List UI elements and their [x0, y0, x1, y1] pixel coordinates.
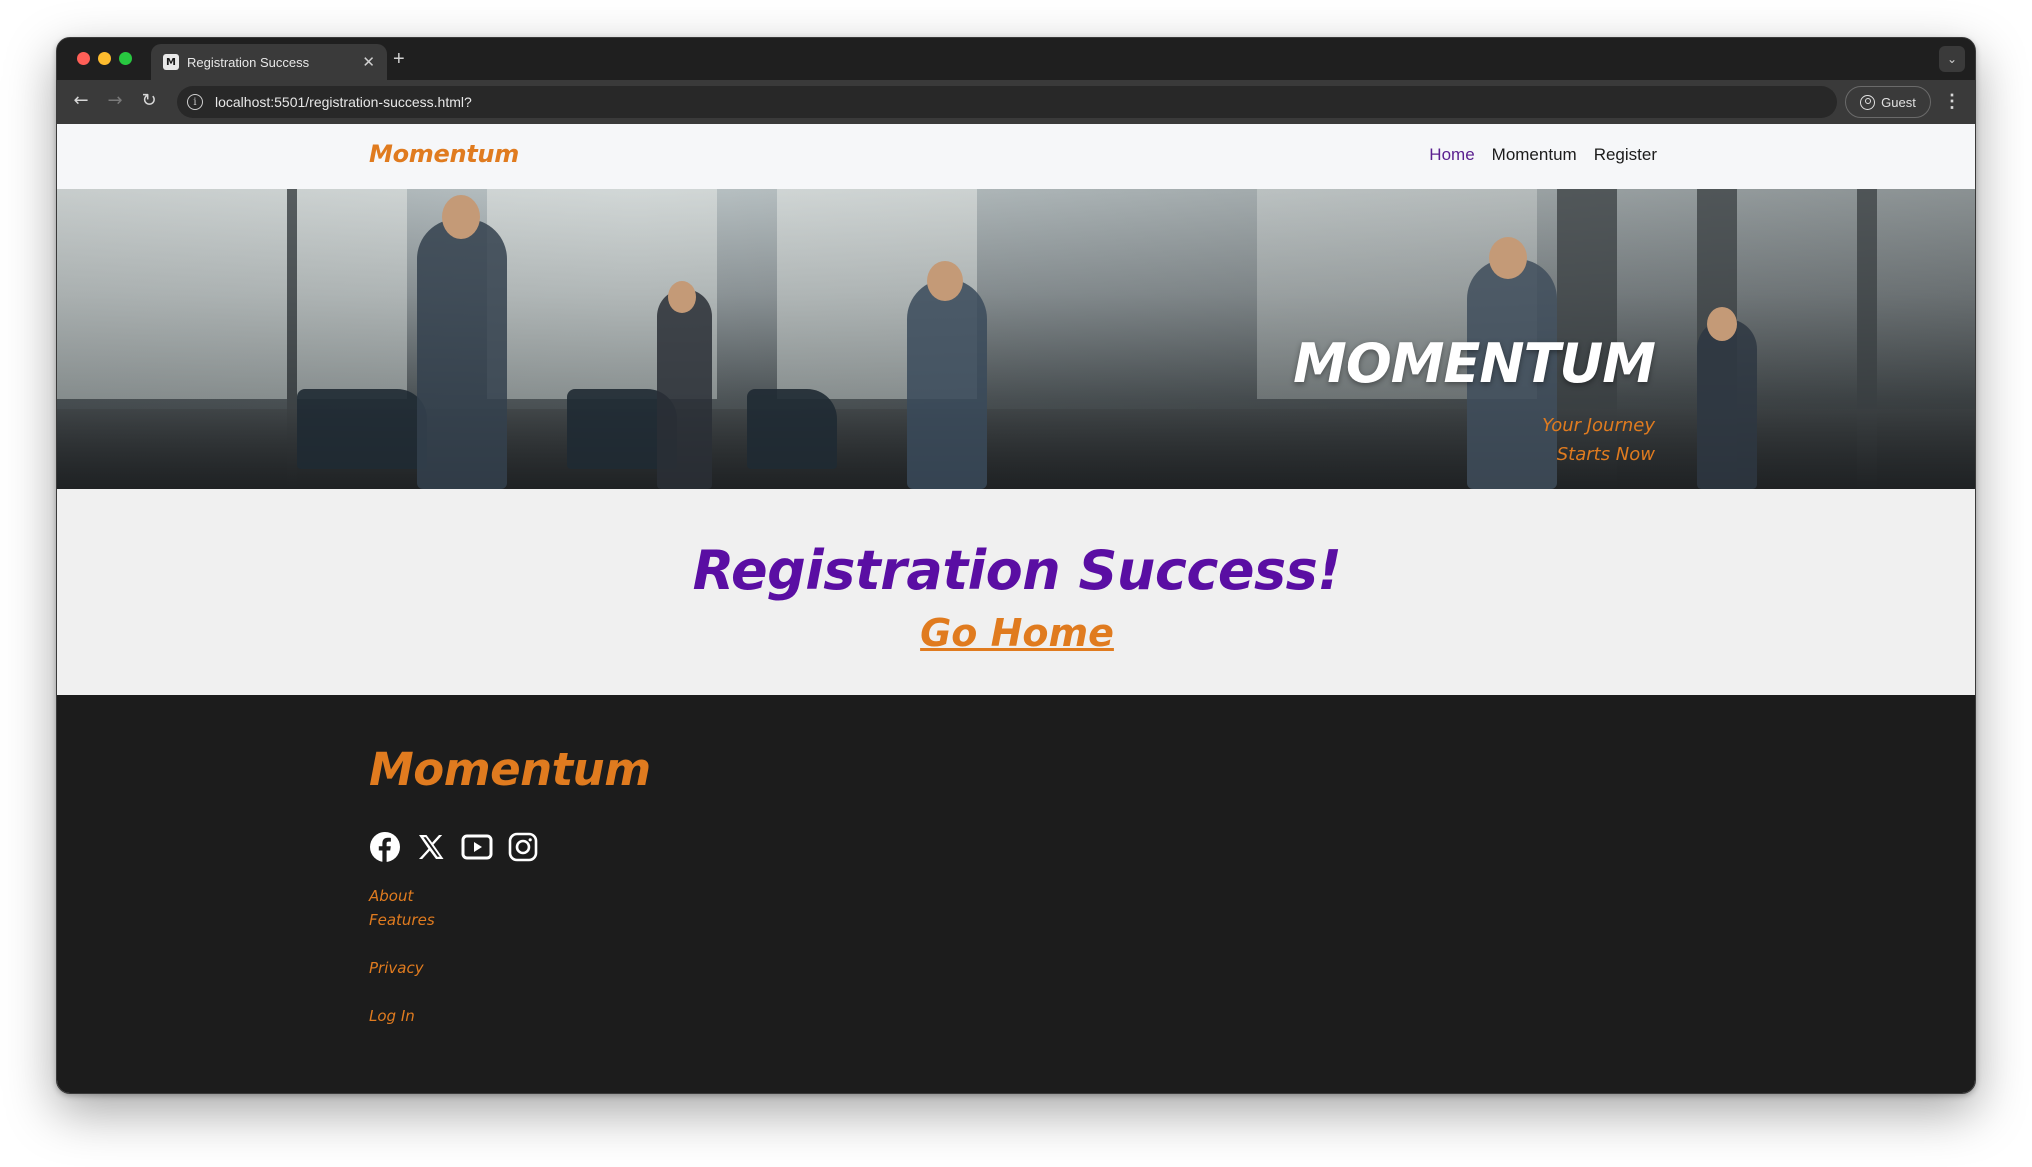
minimize-window-button[interactable]: [98, 52, 111, 65]
facebook-icon[interactable]: [369, 831, 401, 863]
site-footer: Momentum About Features Privacy Log In: [57, 695, 1975, 1093]
forward-arrow-icon[interactable]: →: [103, 90, 127, 111]
site-navbar: Momentum Home Momentum Register: [57, 124, 1975, 189]
tab-strip: M Registration Success ✕ + ⌄: [57, 38, 1975, 80]
youtube-icon[interactable]: [461, 831, 493, 863]
browser-toolbar: ← → ↻ i localhost:5501/registration-succ…: [57, 80, 1975, 124]
menu-kebab-icon[interactable]: ⋮: [1943, 91, 1961, 112]
nav-link-momentum[interactable]: Momentum: [1492, 145, 1577, 165]
footer-brand: Momentum: [369, 743, 651, 796]
tab-search-chevron-icon[interactable]: ⌄: [1939, 46, 1965, 72]
profile-label: Guest: [1881, 94, 1916, 110]
close-tab-icon[interactable]: ✕: [362, 53, 375, 71]
nav-links: Home Momentum Register: [1429, 145, 1657, 165]
page-title: Registration Success!: [692, 539, 1342, 602]
url-text[interactable]: localhost:5501/registration-success.html…: [215, 94, 472, 110]
nav-link-home[interactable]: Home: [1429, 145, 1474, 165]
tab-title: Registration Success: [187, 54, 310, 70]
footer-link-about[interactable]: About: [369, 887, 413, 905]
window-controls: [77, 52, 132, 65]
footer-link-privacy[interactable]: Privacy: [369, 959, 424, 977]
hero-tagline: Your Journey Starts Now: [1542, 415, 1655, 465]
profile-button[interactable]: Guest: [1845, 86, 1931, 118]
address-bar[interactable]: i localhost:5501/registration-success.ht…: [177, 86, 1837, 118]
go-home-link[interactable]: Go Home: [57, 611, 1975, 655]
hero-title: MOMENTUM: [1293, 332, 1656, 395]
site-info-icon[interactable]: i: [187, 94, 203, 110]
browser-window: M Registration Success ✕ + ⌄ ← → ↻ i loc…: [56, 37, 1976, 1094]
profile-icon: [1860, 94, 1876, 110]
footer-link-login[interactable]: Log In: [369, 1007, 415, 1025]
favicon-icon: M: [163, 54, 179, 70]
hero-banner: MOMENTUM Your Journey Starts Now: [57, 189, 1975, 489]
maximize-window-button[interactable]: [119, 52, 132, 65]
close-window-button[interactable]: [77, 52, 90, 65]
page-viewport: Momentum Home Momentum Register MOMENTUM…: [57, 124, 1975, 1093]
instagram-icon[interactable]: [507, 831, 539, 863]
reload-icon[interactable]: ↻: [137, 90, 161, 111]
navbar-brand[interactable]: Momentum: [369, 140, 519, 168]
new-tab-icon[interactable]: +: [393, 48, 405, 71]
success-section: Registration Success! Go Home: [57, 489, 1975, 695]
back-arrow-icon[interactable]: ←: [69, 90, 93, 111]
social-links: [369, 831, 539, 863]
nav-link-register[interactable]: Register: [1594, 145, 1657, 165]
x-icon[interactable]: [415, 831, 447, 863]
browser-tab[interactable]: M Registration Success ✕: [151, 44, 387, 80]
footer-link-features[interactable]: Features: [369, 911, 435, 929]
